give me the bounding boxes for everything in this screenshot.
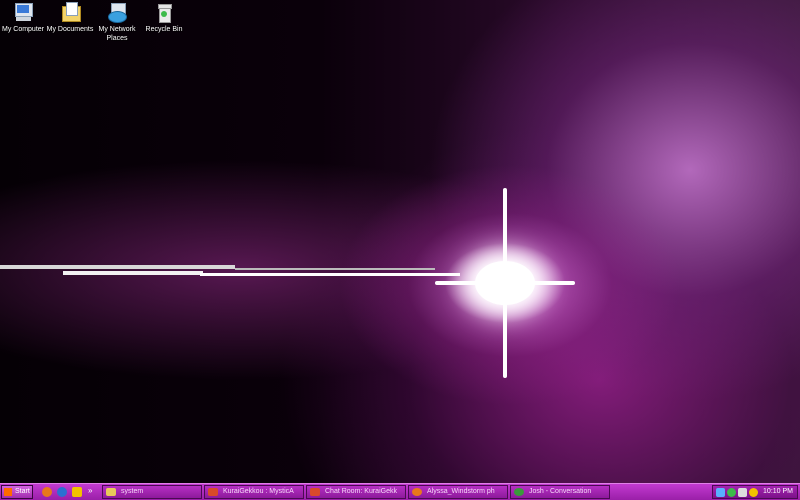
- aim-icon[interactable]: [72, 487, 82, 497]
- messenger-icon: [514, 488, 524, 496]
- outlook-icon[interactable]: [57, 487, 67, 497]
- desktop-wallpaper[interactable]: My Computer My Documents My Network Plac…: [0, 0, 800, 483]
- aim-tray-icon[interactable]: [749, 488, 758, 497]
- task-button-chat-room[interactable]: Chat Room: KuraiGekk: [306, 485, 406, 499]
- my-documents-icon: [59, 2, 81, 22]
- messenger-tray-icon[interactable]: [727, 488, 736, 497]
- desktop-icon-label: Recycle Bin: [145, 26, 183, 33]
- start-button[interactable]: Start: [1, 485, 33, 499]
- taskbar: Start » system KuraiGekkou : MysticA Cha…: [0, 483, 800, 500]
- wallpaper-beam: [200, 273, 460, 276]
- start-label: Start: [15, 488, 30, 495]
- folder-icon: [106, 488, 116, 496]
- volume-tray-icon[interactable]: [738, 488, 747, 497]
- wallpaper-beam: [235, 268, 435, 270]
- task-button-system[interactable]: system: [102, 485, 202, 499]
- firefox-icon[interactable]: [42, 487, 52, 497]
- system-tray: 10:10 PM: [712, 485, 798, 499]
- desktop-icon-my-computer[interactable]: My Computer: [0, 2, 48, 34]
- windows-logo-icon: [4, 488, 12, 496]
- task-button-alyssa[interactable]: Alyssa_Windstorm ph: [408, 485, 508, 499]
- task-label: KuraiGekkou : MysticA: [223, 488, 294, 495]
- chat-window-icon: [208, 488, 218, 496]
- my-computer-icon: [12, 2, 34, 22]
- chat-window-icon: [310, 488, 320, 496]
- task-label: Josh - Conversation: [529, 488, 592, 495]
- network-tray-icon[interactable]: [716, 488, 725, 497]
- firefox-icon: [412, 488, 422, 496]
- wallpaper-beam: [0, 265, 235, 269]
- quick-launch-chevron[interactable]: »: [88, 485, 92, 497]
- recycle-bin-icon: [153, 2, 175, 23]
- network-places-icon: [106, 2, 128, 23]
- desktop-icon-label: My Network Places: [98, 26, 136, 42]
- wallpaper-beam: [63, 271, 203, 275]
- task-label: Alyssa_Windstorm ph: [427, 488, 495, 495]
- clock[interactable]: 10:10 PM: [763, 486, 793, 498]
- task-button-kuraigekkou[interactable]: KuraiGekkou : MysticA: [204, 485, 304, 499]
- task-label: Chat Room: KuraiGekk: [325, 488, 397, 495]
- desktop-icon-recycle-bin[interactable]: Recycle Bin: [139, 2, 189, 34]
- task-label: system: [121, 488, 144, 495]
- task-button-josh-conversation[interactable]: Josh - Conversation: [510, 485, 610, 499]
- desktop-icon-label: My Documents: [46, 26, 94, 33]
- desktop-icon-network-places[interactable]: My Network Places: [92, 2, 142, 43]
- desktop-icon-my-documents[interactable]: My Documents: [45, 2, 95, 34]
- desktop-icon-label: My Computer: [1, 26, 44, 33]
